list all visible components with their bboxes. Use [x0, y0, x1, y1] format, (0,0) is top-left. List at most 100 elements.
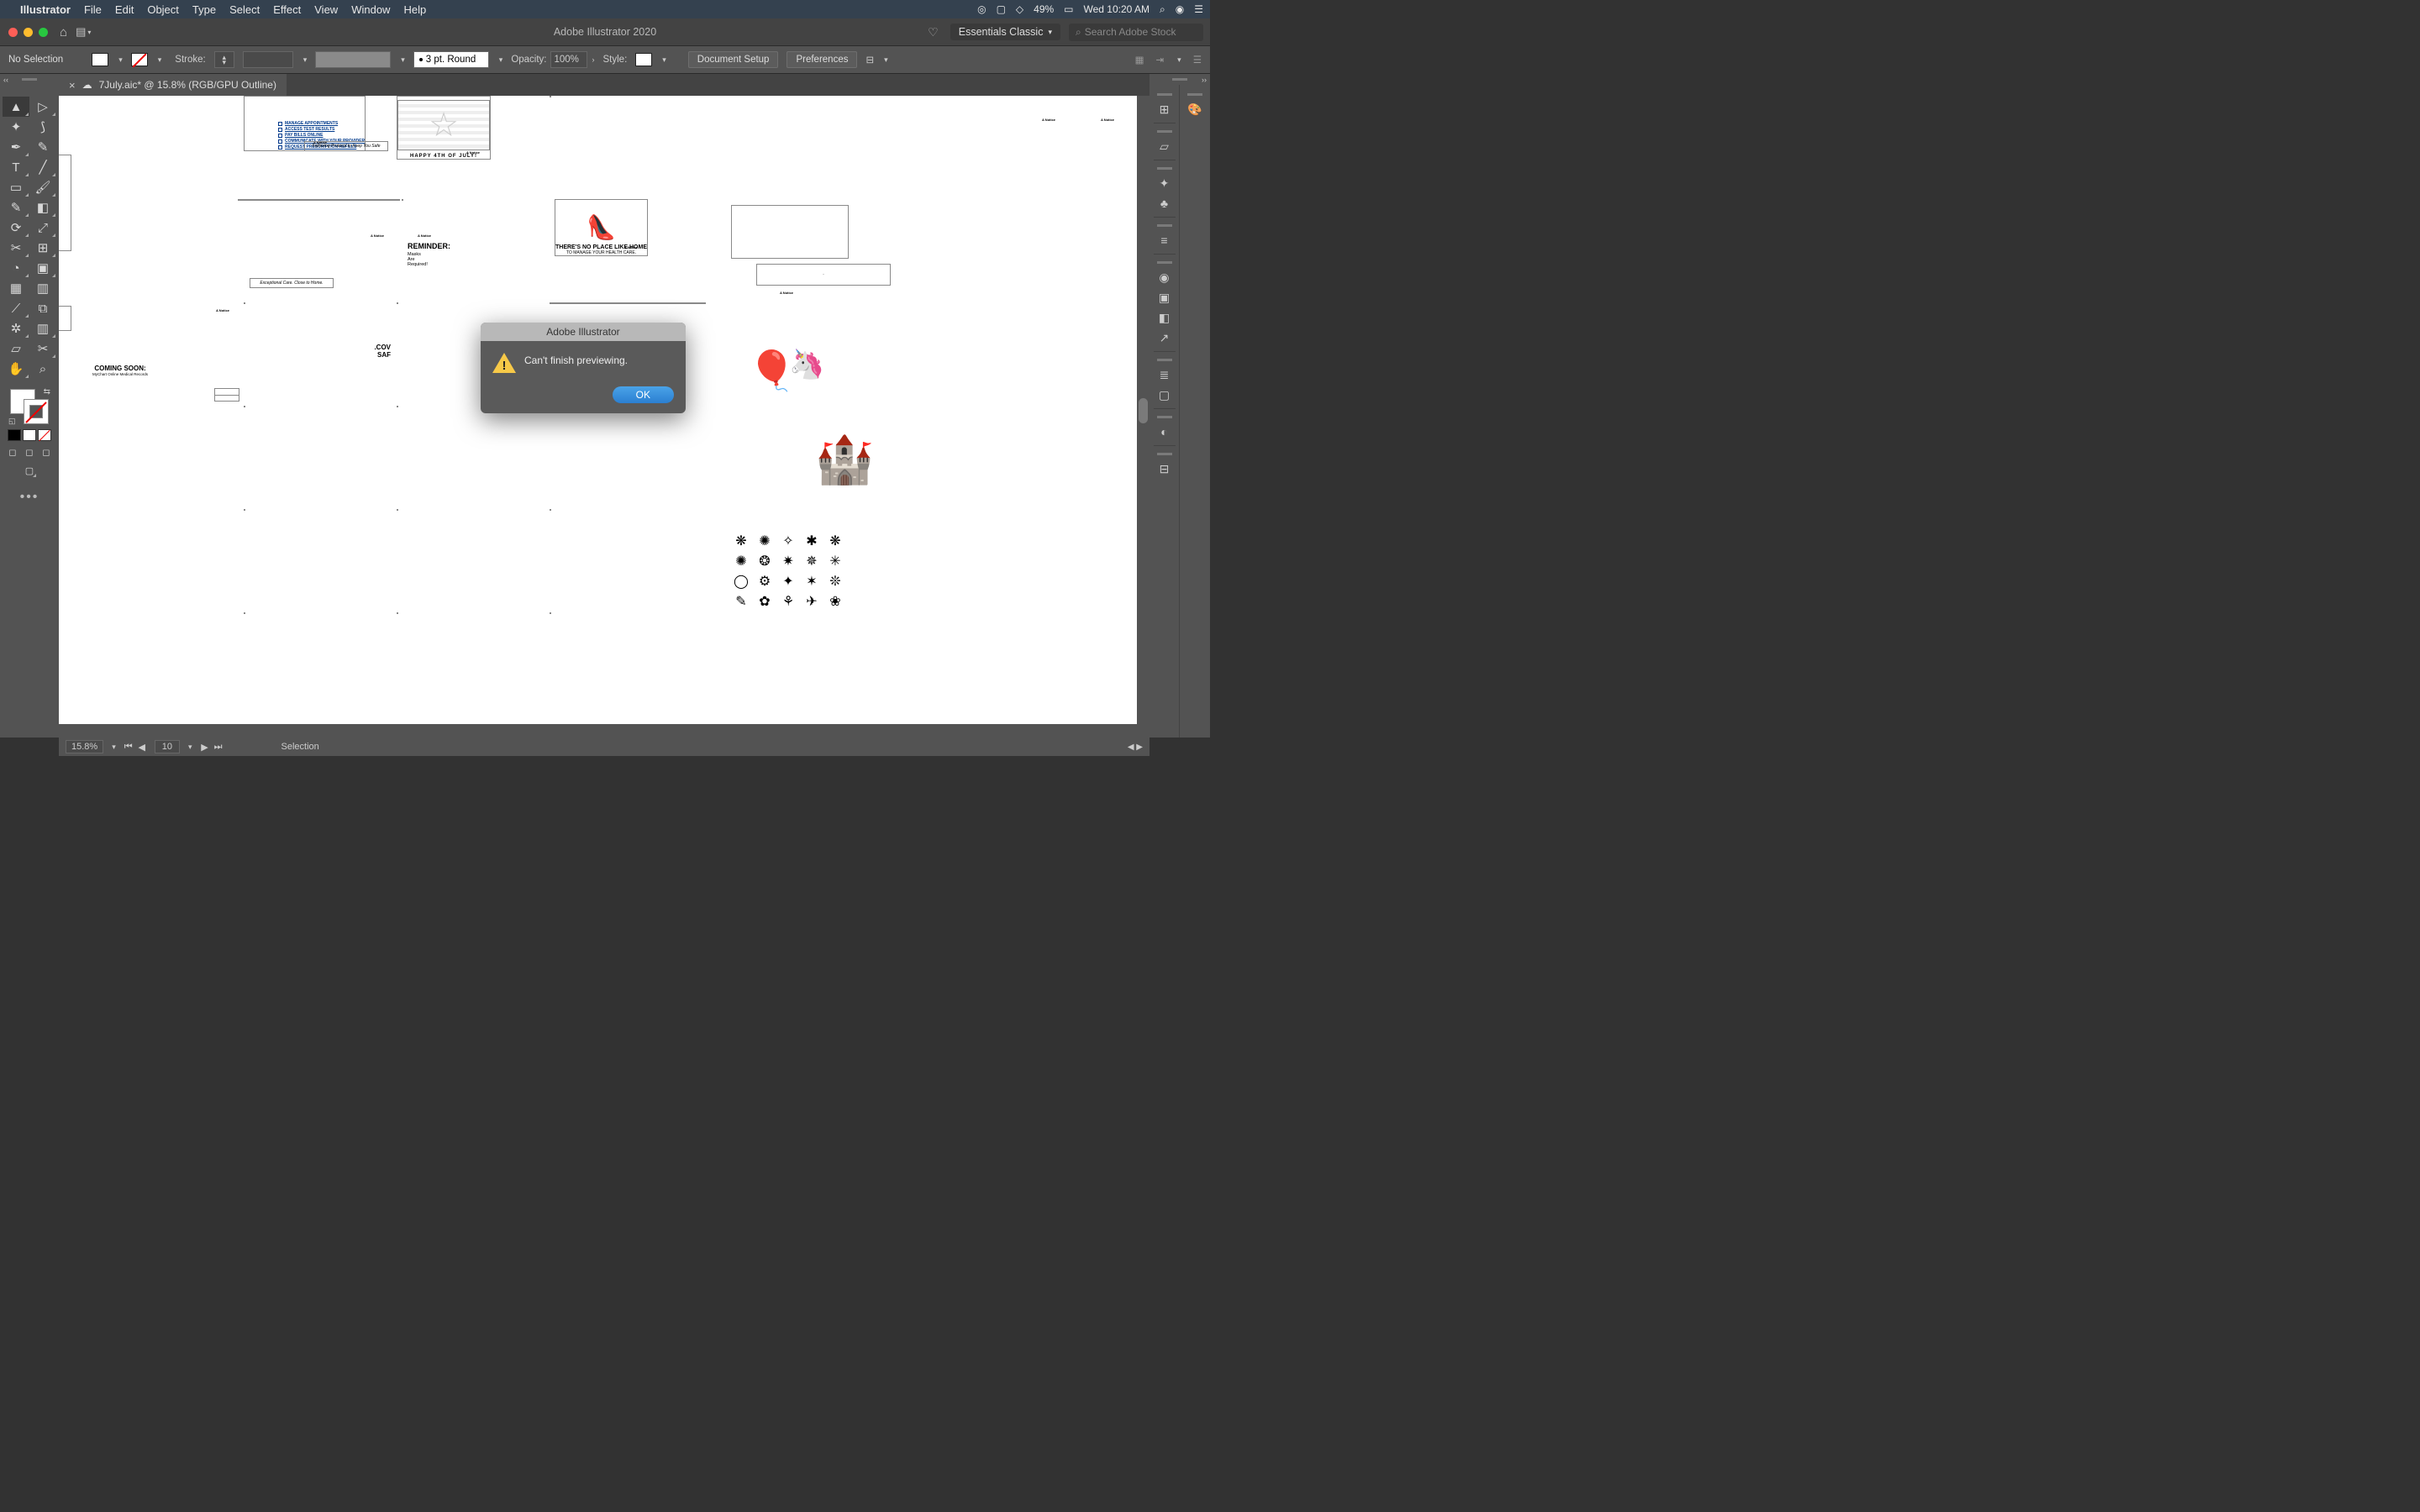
zoom-caret-icon[interactable]: ▾ [112, 743, 116, 752]
opacity-field[interactable]: 100% [550, 51, 587, 68]
discover-icon[interactable]: ♡ [928, 25, 939, 39]
menu-effect[interactable]: Effect [273, 3, 301, 16]
brush-definition[interactable] [315, 51, 391, 68]
curvature-tool[interactable]: ✎ [29, 137, 56, 157]
siri-icon[interactable]: ◉ [1176, 3, 1184, 15]
vertical-scrollbar[interactable] [1137, 96, 1150, 724]
blend-tool[interactable]: ⧉ [29, 298, 56, 318]
menubar-app-name[interactable]: Illustrator [20, 3, 71, 16]
scale-tool[interactable]: ⤢ [29, 218, 56, 238]
hand-tool[interactable]: ✋ [3, 359, 29, 379]
grip-icon[interactable] [1157, 359, 1172, 361]
airplay-icon[interactable]: ▢ [997, 3, 1006, 15]
asset-export-panel-icon[interactable]: ↗ [1153, 328, 1176, 348]
stroke-panel-icon[interactable]: ≡ [1153, 230, 1176, 250]
paintbrush-tool[interactable]: 🖌 [29, 177, 56, 197]
clock[interactable]: Wed 10:20 AM [1084, 3, 1150, 15]
pen-tool[interactable]: ✒ [3, 137, 29, 157]
menu-edit[interactable]: Edit [115, 3, 134, 16]
menu-file[interactable]: File [84, 3, 102, 16]
artboards-panel-icon[interactable]: ▢ [1153, 385, 1176, 405]
horizontal-scrollbar[interactable] [59, 724, 1137, 738]
menu-object[interactable]: Object [147, 3, 179, 16]
artboard-tool[interactable]: ▱ [3, 339, 29, 359]
zoom-tool[interactable]: ⌕ [29, 359, 56, 379]
wifi-icon[interactable]: ◇ [1016, 3, 1023, 15]
style-caret-icon[interactable]: ▾ [662, 55, 666, 65]
grip-icon[interactable] [1157, 453, 1172, 455]
scroll-thumb[interactable] [1139, 398, 1148, 423]
document-tab[interactable]: × ☁ 7July.aic* @ 15.8% (RGB/GPU Outline) [59, 74, 287, 96]
graphic-style-swatch[interactable] [635, 53, 652, 66]
last-artboard-icon[interactable]: ⏭ [213, 742, 224, 753]
prev-artboard-icon[interactable]: ◀ [136, 742, 148, 753]
color-panel-icon[interactable]: ◐ [1153, 422, 1176, 442]
preferences-button[interactable]: Preferences [786, 51, 857, 68]
color-mode-gradient[interactable] [23, 429, 36, 441]
ab-caret-icon[interactable]: ▾ [188, 743, 192, 752]
stroke-dropdown-icon[interactable]: ▾ [158, 55, 162, 65]
grip-icon[interactable] [1157, 167, 1172, 170]
next-artboard-icon[interactable]: ▶ [199, 742, 211, 753]
slice-tool[interactable]: ✂ [29, 339, 56, 359]
line-tool[interactable]: ╱ [29, 157, 56, 177]
close-window-button[interactable] [8, 28, 18, 37]
graphic-styles-panel-icon[interactable]: ▣ [1153, 287, 1176, 307]
swatches-panel-icon[interactable]: 🎨 [1183, 99, 1207, 119]
properties-panel-icon[interactable]: ⊞ [1153, 99, 1176, 119]
align-caret-icon[interactable]: ▾ [884, 55, 888, 65]
workspace-switcher[interactable]: Essentials Classic ▾ [950, 24, 1060, 40]
shaper-tool[interactable]: ✎ [3, 197, 29, 218]
gradient-tool[interactable]: ▥ [29, 278, 56, 298]
draw-inside[interactable]: ◻ [39, 444, 54, 459]
rectangle-tool[interactable]: ▭ [3, 177, 29, 197]
fill-swatch[interactable] [92, 53, 108, 66]
menu-select[interactable]: Select [229, 3, 260, 16]
arrange-documents-button[interactable]: ▤▾ [76, 25, 91, 39]
grip-icon[interactable] [1157, 93, 1172, 96]
free-transform-tool[interactable]: ⊞ [29, 238, 56, 258]
brush-preset[interactable]: 3 pt. Round [413, 51, 489, 68]
symbols-panel-icon[interactable]: ♣ [1153, 193, 1176, 213]
first-artboard-icon[interactable]: ⏮ [123, 742, 134, 753]
menu-view[interactable]: View [314, 3, 338, 16]
grip-icon[interactable] [1157, 224, 1172, 227]
libraries-panel-icon[interactable]: ▱ [1153, 136, 1176, 156]
width-tool[interactable]: ✂ [3, 238, 29, 258]
zoom-window-button[interactable] [39, 28, 48, 37]
artboard-number-field[interactable]: 10 [155, 740, 180, 753]
draw-normal[interactable]: ◻ [5, 444, 20, 459]
iso-caret-icon[interactable]: ▾ [1177, 55, 1181, 65]
close-tab-icon[interactable]: × [69, 79, 76, 92]
transform-icon[interactable]: ▦ [1135, 54, 1144, 66]
eraser-tool[interactable]: ◧ [29, 197, 56, 218]
cc-status-icon[interactable]: ◎ [977, 3, 986, 15]
perspective-tool[interactable]: ▣ [29, 258, 56, 278]
swap-fill-stroke-icon[interactable]: ⇆ [44, 387, 50, 396]
default-fill-stroke-icon[interactable]: ◱ [8, 417, 16, 426]
grip-icon[interactable] [1157, 130, 1172, 133]
menu-window[interactable]: Window [351, 3, 390, 16]
direct-selection-tool[interactable]: ▷ [29, 97, 56, 117]
battery-icon[interactable]: ▭ [1064, 3, 1073, 15]
magic-wand-tool[interactable]: ✦ [3, 117, 29, 137]
menu-type[interactable]: Type [192, 3, 216, 16]
stroke-box[interactable] [24, 399, 49, 424]
right-dock-strip[interactable]: ›› [1150, 74, 1210, 85]
lasso-tool[interactable]: ⟆ [29, 117, 56, 137]
left-dock-strip[interactable]: ‹‹ [0, 74, 59, 85]
panel-menu-icon[interactable]: ☰ [1193, 54, 1202, 66]
isolate-icon[interactable]: ⇥ [1156, 54, 1165, 66]
rotate-tool[interactable]: ⟳ [3, 218, 29, 238]
layers-panel-icon[interactable]: ≣ [1153, 365, 1176, 385]
fill-stroke-control[interactable]: ⇆ ◱ [8, 387, 50, 426]
screen-mode[interactable]: ▢ [22, 463, 37, 478]
adobe-stock-search[interactable]: ⌕ Search Adobe Stock [1069, 24, 1203, 41]
fill-dropdown-icon[interactable]: ▾ [118, 55, 123, 65]
shape-builder-tool[interactable]: ◔ [3, 258, 29, 278]
ok-button[interactable]: OK [613, 386, 674, 403]
brushes-panel-icon[interactable]: ✦ [1153, 173, 1176, 193]
appearance-panel-icon[interactable]: ◉ [1153, 267, 1176, 287]
variable-width-profile[interactable] [243, 51, 293, 68]
document-setup-button[interactable]: Document Setup [688, 51, 779, 68]
